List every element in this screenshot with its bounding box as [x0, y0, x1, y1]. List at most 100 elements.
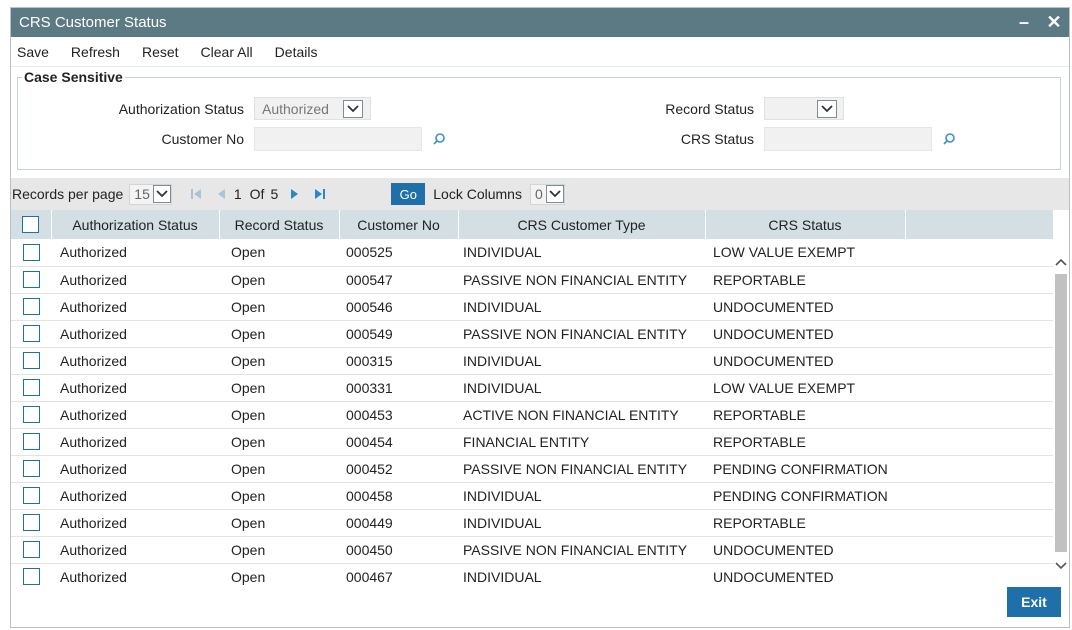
record-status-cell: Open — [219, 347, 339, 375]
refresh-button[interactable]: Refresh — [71, 44, 120, 60]
row-checkbox[interactable] — [22, 244, 40, 262]
table-row[interactable]: Authorized Open 000449 INDIVIDUAL REPORTABLE — [11, 509, 1053, 537]
filler-cell — [905, 374, 1053, 402]
authorization-status-cell: Authorized — [51, 266, 219, 294]
search-icon[interactable] — [942, 132, 956, 146]
auth-status-row: Authorization Status Authorized — [78, 97, 371, 120]
column-header-authorization-status[interactable]: Authorization Status — [51, 210, 220, 239]
column-header-customer-no[interactable]: Customer No — [339, 210, 459, 239]
goto-page-input[interactable] — [342, 184, 389, 204]
crs-customer-type-cell: INDIVIDUAL — [458, 347, 705, 375]
column-header-crs-status[interactable]: CRS Status — [705, 210, 906, 239]
record-status-cell: Open — [219, 266, 339, 294]
record-status-cell: Open — [219, 320, 339, 348]
row-checkbox-cell — [11, 293, 51, 321]
reset-button[interactable]: Reset — [142, 44, 179, 60]
table-row[interactable]: Authorized Open 000452 PASSIVE NON FINANCIA… — [11, 455, 1053, 483]
filler-cell — [905, 239, 1053, 267]
filler-cell — [905, 563, 1053, 588]
crs-customer-status-window: CRS Customer Status – ✕ Save Refresh Res… — [10, 7, 1070, 628]
scrollbar-thumb[interactable] — [1055, 274, 1067, 552]
crs-status-label: CRS Status — [680, 131, 754, 147]
table-row[interactable]: Authorized Open 000525 INDIVIDUAL LOW VALUE … — [11, 239, 1053, 267]
next-page-icon[interactable] — [290, 188, 300, 200]
crs-customer-type-cell: PASSIVE NON FINANCIAL ENTITY — [458, 266, 705, 294]
record-status-cell: Open — [219, 239, 339, 267]
chevron-down-icon[interactable] — [152, 185, 171, 203]
scroll-up-icon[interactable] — [1054, 254, 1068, 268]
row-checkbox[interactable] — [22, 568, 40, 586]
lock-columns-label: Lock Columns — [433, 186, 522, 202]
filler-cell — [905, 347, 1053, 375]
row-checkbox[interactable] — [22, 352, 40, 370]
last-page-icon[interactable] — [314, 188, 326, 200]
clear-all-button[interactable]: Clear All — [201, 44, 253, 60]
filler-cell — [905, 293, 1053, 321]
record-status-select[interactable] — [764, 97, 844, 120]
pagination-bar: Records per page 15 1 Of 5 Go Lock Colum… — [11, 178, 1069, 210]
customer-no-cell: 000454 — [339, 428, 458, 456]
save-button[interactable]: Save — [17, 44, 49, 60]
minimize-icon[interactable]: – — [1009, 12, 1039, 33]
table-row[interactable]: Authorized Open 000546 INDIVIDUAL UNDOCUMENT… — [11, 293, 1053, 321]
authorization-status-cell: Authorized — [51, 347, 219, 375]
customer-no-cell: 000331 — [339, 374, 458, 402]
row-checkbox[interactable] — [22, 433, 40, 451]
chevron-down-icon[interactable] — [343, 99, 363, 118]
row-checkbox[interactable] — [22, 406, 40, 424]
crs-status-cell: REPORTABLE — [705, 401, 905, 429]
crs-status-input[interactable] — [764, 127, 932, 151]
table-row[interactable]: Authorized Open 000467 INDIVIDUAL UNDOCUMENT… — [11, 563, 1053, 588]
row-checkbox[interactable] — [22, 541, 40, 559]
previous-page-icon[interactable] — [216, 188, 226, 200]
exit-button[interactable]: Exit — [1007, 587, 1061, 617]
search-icon[interactable] — [432, 132, 446, 146]
table-row[interactable]: Authorized Open 000450 PASSIVE NON FINANCIA… — [11, 536, 1053, 564]
crs-status-cell: LOW VALUE EXEMPT — [705, 374, 905, 402]
row-checkbox[interactable] — [22, 298, 40, 316]
customer-no-input[interactable] — [254, 127, 422, 151]
crs-customer-type-cell: INDIVIDUAL — [458, 482, 705, 510]
record-status-cell: Open — [219, 374, 339, 402]
filler-cell — [905, 428, 1053, 456]
table-row[interactable]: Authorized Open 000547 PASSIVE NON FINANCIA… — [11, 266, 1053, 294]
lock-columns-select[interactable]: 0 — [529, 183, 565, 205]
authorization-status-cell: Authorized — [51, 482, 219, 510]
close-icon[interactable]: ✕ — [1039, 12, 1069, 33]
go-button[interactable]: Go — [391, 183, 426, 205]
table-row[interactable]: Authorized Open 000331 INDIVIDUAL LOW VALUE … — [11, 374, 1053, 402]
crs-status-cell: REPORTABLE — [705, 428, 905, 456]
row-checkbox[interactable] — [22, 514, 40, 532]
chevron-down-icon[interactable] — [545, 185, 564, 203]
customer-no-cell: 000452 — [339, 455, 458, 483]
table-row[interactable]: Authorized Open 000453 ACTIVE NON FINANCIAL… — [11, 401, 1053, 429]
auth-status-select[interactable]: Authorized — [254, 97, 371, 120]
table-row[interactable]: Authorized Open 000549 PASSIVE NON FINANCIA… — [11, 320, 1053, 348]
filler-cell — [905, 536, 1053, 564]
crs-status-cell: PENDING CONFIRMATION — [705, 455, 905, 483]
row-checkbox[interactable] — [22, 325, 40, 343]
scroll-down-icon[interactable] — [1054, 558, 1068, 572]
table-row[interactable]: Authorized Open 000458 INDIVIDUAL PENDING CO… — [11, 482, 1053, 510]
row-checkbox[interactable] — [22, 379, 40, 397]
row-checkbox[interactable] — [22, 487, 40, 505]
records-per-page-label: Records per page — [12, 186, 124, 202]
row-checkbox[interactable] — [22, 460, 40, 478]
records-per-page-select[interactable]: 15 — [129, 183, 172, 205]
results-grid: Authorization Status Record Status Custo… — [11, 210, 1069, 588]
row-checkbox[interactable] — [22, 271, 40, 289]
crs-customer-type-cell: INDIVIDUAL — [458, 509, 705, 537]
select-all-checkbox[interactable] — [22, 216, 40, 234]
title-bar: CRS Customer Status – ✕ — [11, 8, 1069, 37]
row-checkbox-cell — [11, 455, 51, 483]
column-header-crs-customer-type[interactable]: CRS Customer Type — [458, 210, 706, 239]
row-checkbox-cell — [11, 401, 51, 429]
column-header-record-status[interactable]: Record Status — [219, 210, 340, 239]
table-row[interactable]: Authorized Open 000315 INDIVIDUAL UNDOCUMENT… — [11, 347, 1053, 375]
vertical-scrollbar[interactable] — [1053, 240, 1069, 588]
details-button[interactable]: Details — [275, 44, 318, 60]
chevron-down-icon[interactable] — [817, 99, 837, 118]
table-row[interactable]: Authorized Open 000454 FINANCIAL ENTITY REPO… — [11, 428, 1053, 456]
first-page-icon[interactable] — [190, 188, 202, 200]
filler-cell — [905, 320, 1053, 348]
